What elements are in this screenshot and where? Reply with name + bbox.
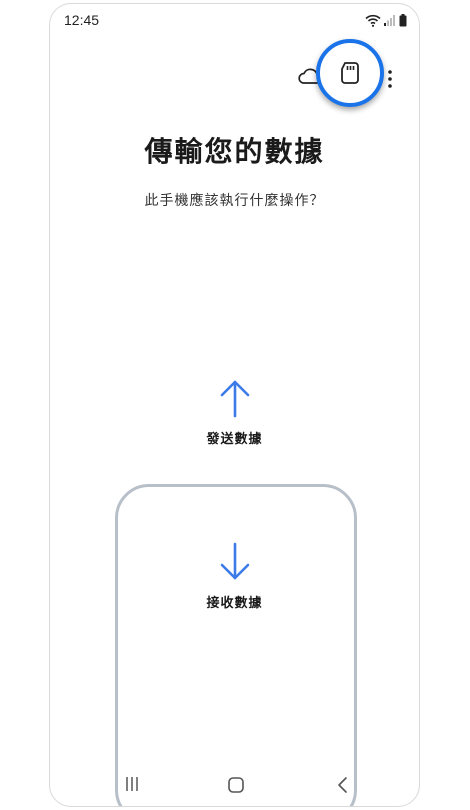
receive-data-label: 接收數據 — [206, 596, 263, 611]
recent-apps-icon[interactable] — [124, 776, 140, 792]
receive-data-option[interactable]: 接收數據 — [50, 542, 419, 611]
sd-card-icon — [341, 62, 359, 84]
receive-option-frame — [115, 484, 357, 806]
battery-icon — [399, 13, 407, 26]
send-data-option[interactable]: 發送數據 — [50, 378, 419, 447]
phone-screen: 12:45 傳輸您的數據 此手機應該執行什麼操作？ 發送數據 接收數據 — [49, 3, 420, 807]
signal-icon — [384, 15, 395, 26]
wifi-icon — [365, 14, 381, 27]
send-data-label: 發送數據 — [206, 432, 263, 447]
page-subtitle: 此手機應該執行什麼操作？ — [144, 193, 325, 209]
arrow-down-icon — [220, 542, 249, 580]
home-icon[interactable] — [227, 776, 245, 794]
page-title: 傳輸您的數據 — [144, 135, 325, 168]
status-time: 12:45 — [64, 12, 100, 28]
arrow-up-icon — [220, 380, 249, 418]
sd-card-button[interactable] — [316, 39, 384, 107]
navigation-bar — [50, 770, 419, 800]
status-icons — [365, 12, 407, 28]
more-vertical-icon[interactable] — [380, 68, 400, 90]
back-icon[interactable] — [336, 776, 348, 794]
